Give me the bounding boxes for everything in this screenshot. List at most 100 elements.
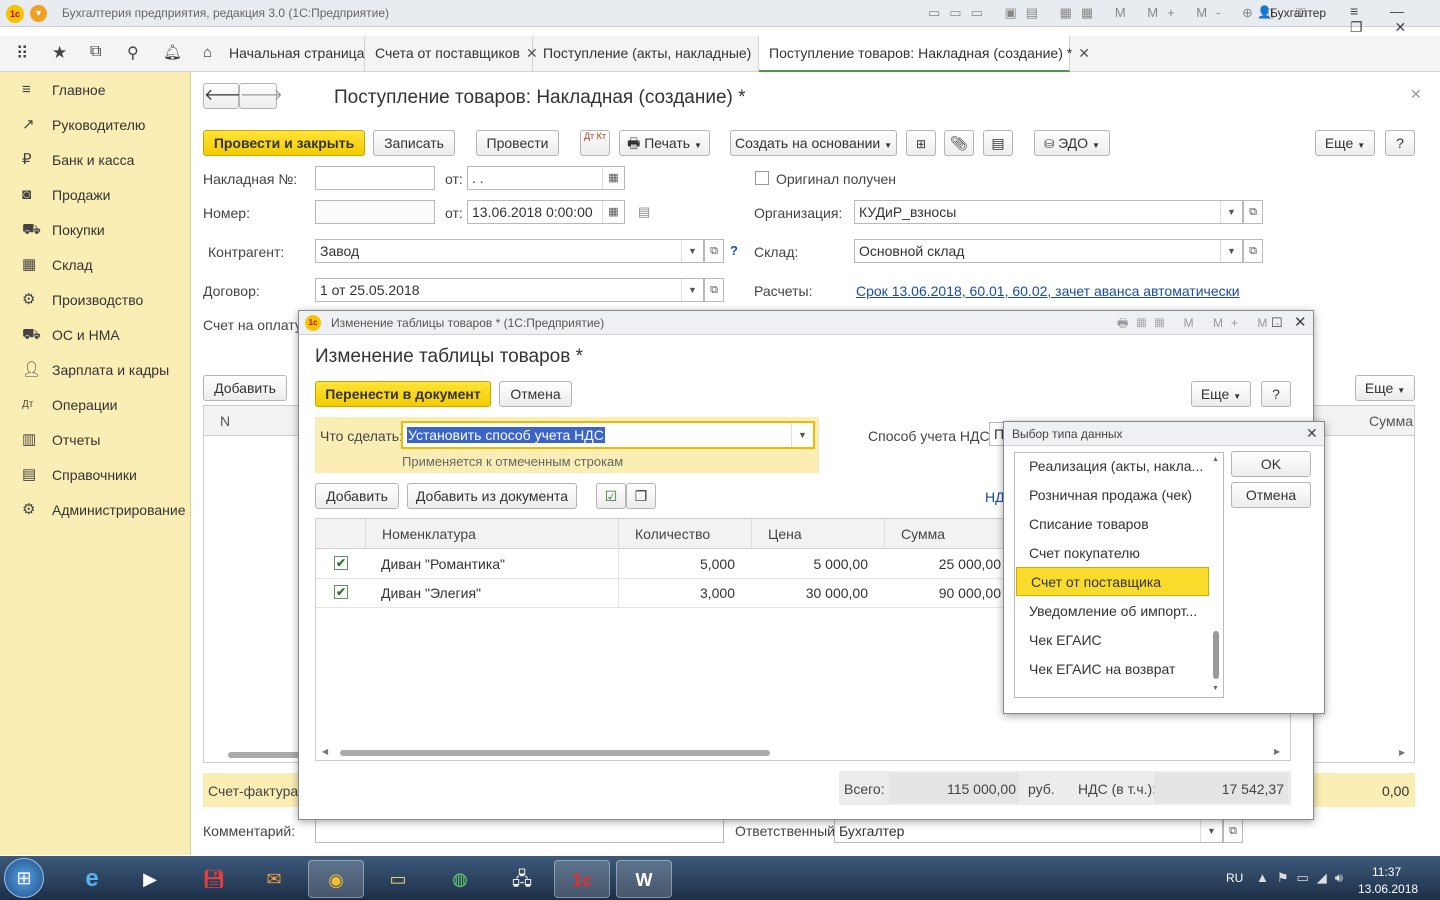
- favorites-star-icon[interactable]: ★: [52, 43, 67, 63]
- horizontal-scrollbar[interactable]: [340, 750, 770, 756]
- warehouse-field[interactable]: Основной склад ▼: [854, 239, 1243, 263]
- main-menu-icon[interactable]: ▼: [30, 5, 47, 22]
- sidebar-item-references[interactable]: ▤ Справочники: [0, 458, 191, 492]
- search-icon[interactable]: ⚲: [127, 43, 139, 63]
- create-based-on-button[interactable]: Создать на основании ▼: [730, 130, 897, 156]
- tray-icons[interactable]: ▲⚑▭◢🔊︎: [1256, 870, 1351, 886]
- add-from-document-button[interactable]: Добавить из документа: [407, 483, 577, 509]
- messenger-icon[interactable]: ◍: [432, 860, 488, 898]
- more-button[interactable]: Еще ▼: [1315, 130, 1375, 156]
- column-quantity-header[interactable]: Количество: [619, 519, 752, 549]
- open-counterparty-icon[interactable]: ⧉: [704, 239, 724, 263]
- tab-receipts[interactable]: Поступление (акты, накладные)✕: [533, 36, 769, 72]
- chevron-down-icon[interactable]: ▼: [1220, 201, 1242, 223]
- help-button[interactable]: ?: [1385, 130, 1415, 156]
- column-check-header[interactable]: [316, 519, 366, 549]
- start-button[interactable]: ⊞: [4, 858, 44, 898]
- settlements-link[interactable]: Срок 13.06.2018, 60.01, 60.02, зачет ава…: [856, 283, 1240, 299]
- question-icon[interactable]: ?: [730, 243, 738, 258]
- scroll-down-icon[interactable]: ▼: [1212, 685, 1219, 692]
- window-controls[interactable]: ≡ — ❐ ✕: [1350, 3, 1440, 36]
- calendar-icon[interactable]: ▦: [602, 201, 624, 223]
- cancel-button[interactable]: Отмена: [499, 381, 572, 407]
- chevron-down-icon[interactable]: ▼: [681, 279, 703, 301]
- internet-explorer-icon[interactable]: e: [64, 860, 120, 898]
- close-icon[interactable]: ✕: [1078, 45, 1090, 61]
- number-field[interactable]: [315, 200, 435, 224]
- calendar-icon[interactable]: ▦: [602, 167, 624, 189]
- invoice-label[interactable]: Счет-фактура N: [208, 783, 312, 799]
- user-name[interactable]: Бухгалтер: [1270, 6, 1326, 20]
- help-button[interactable]: ?: [1261, 381, 1291, 407]
- file-explorer-icon[interactable]: ▭: [370, 860, 426, 898]
- post-and-close-button[interactable]: Провести и закрыть: [203, 130, 365, 156]
- chevron-down-icon[interactable]: ▼: [791, 423, 813, 447]
- language-indicator[interactable]: RU: [1226, 871, 1243, 885]
- column-n-header[interactable]: N: [220, 413, 230, 429]
- open-organization-icon[interactable]: ⧉: [1243, 200, 1263, 224]
- transfer-to-document-button[interactable]: Перенести в документ: [315, 381, 491, 407]
- vat-link[interactable]: НД: [985, 489, 1005, 505]
- close-form-icon[interactable]: ✕: [1410, 86, 1422, 103]
- clock-time[interactable]: 11:37: [1372, 865, 1401, 879]
- list-item[interactable]: Чек ЕГАИС: [1015, 626, 1208, 655]
- sidebar-item-reports[interactable]: ▥ Отчеты: [0, 423, 191, 457]
- invoice-date-field[interactable]: . . ▦: [467, 166, 625, 190]
- scroll-right-icon[interactable]: ▶: [1274, 747, 1280, 756]
- sidebar-item-production[interactable]: ⚙ Производство: [0, 283, 191, 317]
- organization-field[interactable]: КУДиР_взносы ▼: [854, 200, 1243, 224]
- app-logo-icon[interactable]: 1c: [6, 5, 24, 23]
- chevron-down-icon[interactable]: ▼: [681, 240, 703, 262]
- sidebar-item-warehouse[interactable]: ▦ Склад: [0, 248, 191, 282]
- sidebar-item-bank[interactable]: ₽ Банк и касса: [0, 143, 191, 177]
- tab-home[interactable]: ⌂ Начальная страница: [193, 36, 365, 72]
- word-icon[interactable]: W: [616, 860, 672, 898]
- sidebar-item-main[interactable]: ≡ Главное: [0, 73, 191, 107]
- forward-button[interactable]: 🡒: [239, 83, 283, 109]
- tab-supplier-invoices[interactable]: Счета от поставщиков ✕: [365, 36, 538, 72]
- clock-date[interactable]: 13.06.2018: [1358, 882, 1418, 896]
- comment-field[interactable]: [315, 819, 724, 843]
- check-all-button[interactable]: ☑: [596, 483, 626, 509]
- list-item[interactable]: Счет покупателю: [1015, 539, 1208, 568]
- report-button[interactable]: ▤: [983, 130, 1013, 156]
- column-nomenclature-header[interactable]: Номенклатура: [366, 519, 619, 549]
- scroll-right-icon[interactable]: ▶: [1399, 748, 1405, 757]
- list-item[interactable]: Чек ЕГАИС на возврат: [1015, 655, 1208, 684]
- open-warehouse-icon[interactable]: ⧉: [1243, 239, 1263, 263]
- cancel-button[interactable]: Отмена: [1231, 482, 1311, 508]
- vertical-scrollbar[interactable]: [1213, 631, 1219, 679]
- chrome-icon[interactable]: ◉: [308, 860, 364, 898]
- save-app-icon[interactable]: 💾︎: [186, 860, 242, 898]
- bell-icon[interactable]: 🔔︎: [163, 43, 182, 61]
- action-field[interactable]: Установить способ учета НДС ▼: [401, 421, 815, 449]
- sidebar-item-sales[interactable]: ◙ Продажи: [0, 178, 191, 212]
- responsible-field[interactable]: Бухгалтер ▼: [834, 819, 1223, 843]
- list-item[interactable]: Уведомление об импорт...: [1015, 597, 1208, 626]
- row-checkbox[interactable]: ✔: [334, 556, 348, 570]
- outlook-icon[interactable]: ✉: [246, 860, 302, 898]
- scroll-left-icon[interactable]: ◀: [322, 747, 328, 756]
- post-button[interactable]: Провести: [476, 130, 559, 156]
- list-item[interactable]: Розничная продажа (чек): [1015, 481, 1208, 510]
- counterparty-field[interactable]: Завод ▼: [315, 239, 704, 263]
- open-contract-icon[interactable]: ⧉: [704, 278, 724, 302]
- network-app-icon[interactable]: 🖧︎: [494, 860, 550, 898]
- media-player-icon[interactable]: ▶: [122, 860, 178, 898]
- save-button[interactable]: Записать: [373, 130, 455, 156]
- close-icon[interactable]: ✕: [1294, 311, 1307, 335]
- 1c-app-icon[interactable]: 1c: [554, 860, 610, 898]
- sidebar-item-fixed-assets[interactable]: ⛟ ОС и НМА: [0, 318, 191, 352]
- more-table-button[interactable]: Еще ▼: [1355, 375, 1415, 401]
- list-item[interactable]: Списание товаров: [1015, 510, 1208, 539]
- print-button[interactable]: 🖶 Печать ▼: [619, 130, 710, 156]
- history-list-icon[interactable]: ▤: [638, 204, 650, 220]
- uncheck-all-button[interactable]: ❐: [626, 483, 656, 509]
- list-item-selected[interactable]: Счет от поставщика: [1016, 567, 1209, 596]
- dt-kt-button[interactable]: Дт Кт: [580, 130, 610, 156]
- column-price-header[interactable]: Цена: [752, 519, 885, 549]
- back-button[interactable]: 🡐: [203, 83, 247, 109]
- add-row-button[interactable]: Добавить: [203, 375, 287, 401]
- apps-grid-icon[interactable]: ⠿: [16, 44, 28, 64]
- sidebar-item-manager[interactable]: ↗ Руководителю: [0, 108, 191, 142]
